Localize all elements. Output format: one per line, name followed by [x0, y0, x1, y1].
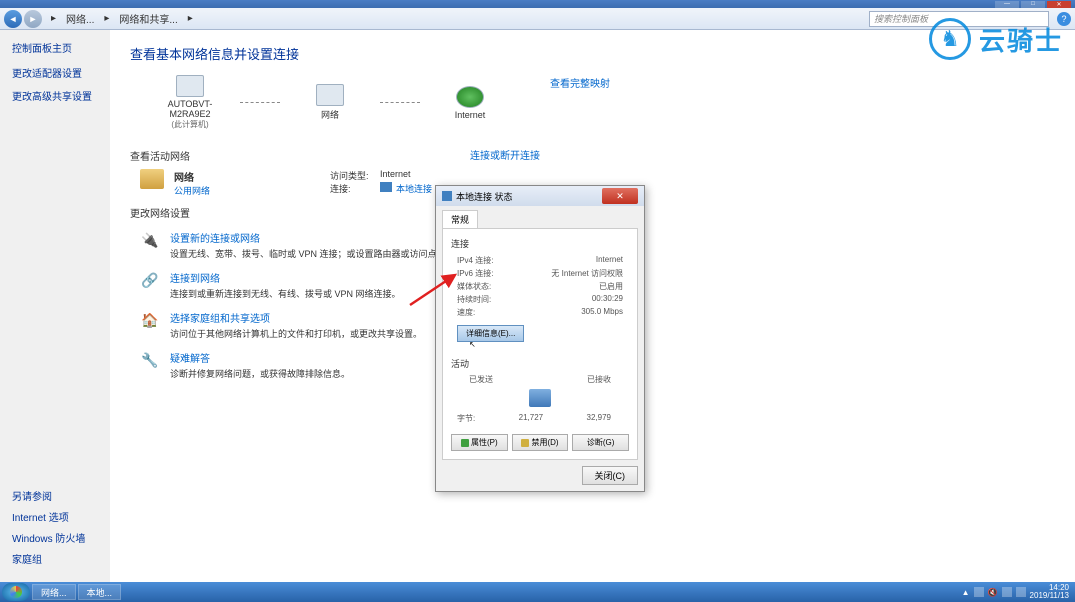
connect-disconnect-link[interactable]: 连接或断开连接	[470, 147, 540, 162]
dialog-icon	[442, 191, 452, 201]
dialog-tab-general[interactable]: 常规	[442, 210, 478, 228]
window-titlebar: — □ ✕	[0, 0, 1075, 8]
maximize-button[interactable]: □	[1021, 1, 1045, 8]
tray-date: 2019/11/13	[1030, 592, 1069, 600]
tray-icon[interactable]	[1002, 587, 1012, 597]
network-name: 网络	[174, 169, 210, 184]
start-button[interactable]	[2, 583, 30, 601]
sidebar-link-adapter[interactable]: 更改适配器设置	[12, 65, 98, 80]
activity-section-label: 活动	[451, 357, 629, 370]
connect-network-link[interactable]: 连接到网络	[170, 270, 401, 285]
troubleshoot-link[interactable]: 疑难解答	[170, 350, 350, 365]
breadcrumb[interactable]: ▸ 网络... ▸ 网络和共享... ▸	[48, 10, 196, 27]
homegroup-link[interactable]: 选择家庭组和共享选项	[170, 310, 422, 325]
sidebar-link-firewall[interactable]: Windows 防火墙	[12, 530, 85, 545]
tray-icon[interactable]	[974, 587, 984, 597]
nav-back-button[interactable]: ◄	[4, 10, 22, 28]
homegroup-icon: 🏠	[140, 310, 160, 330]
dialog-title-text: 本地连接 状态	[456, 190, 513, 203]
troubleshoot-icon: 🔧	[140, 350, 160, 370]
status-dialog: 本地连接 状态 ✕ 常规 连接 IPv4 连接:Internet IPv6 连接…	[435, 185, 645, 492]
tray-icon[interactable]	[1016, 587, 1026, 597]
shield-icon	[521, 439, 529, 447]
connection-icon	[380, 182, 392, 192]
watermark-logo-icon: ♞	[929, 18, 971, 60]
activity-monitor-icon	[529, 389, 551, 407]
sidebar-bottom-title: 另请参阅	[12, 488, 85, 503]
sidebar-link-homegroup[interactable]: 家庭组	[12, 551, 85, 566]
network-map: AUTOBVT-M2RA9E2 (此计算机) 网络 Internet	[150, 75, 510, 130]
sidebar-title: 控制面板主页	[12, 40, 98, 55]
taskbar-item[interactable]: 网络...	[32, 584, 76, 600]
network-icon	[316, 84, 344, 106]
globe-icon	[456, 86, 484, 108]
network-type-link[interactable]: 公用网络	[174, 184, 210, 197]
sidebar-link-internet[interactable]: Internet 选项	[12, 509, 85, 524]
connection-section-label: 连接	[451, 237, 629, 250]
details-button[interactable]: 详细信息(E)...	[457, 325, 524, 342]
system-tray[interactable]: ▲ 🔇 14:20 2019/11/13	[962, 584, 1073, 600]
dialog-close-button[interactable]: ✕	[602, 188, 638, 204]
breadcrumb-item[interactable]: 网络...	[63, 10, 97, 27]
watermark-text: 云骑士	[979, 21, 1063, 58]
watermark: ♞ 云骑士	[929, 18, 1063, 60]
page-title: 查看基本网络信息并设置连接	[130, 44, 1055, 63]
breadcrumb-item[interactable]: 网络和共享...	[116, 10, 180, 27]
taskbar-item[interactable]: 本地...	[78, 584, 122, 600]
network-bench-icon	[140, 169, 164, 189]
nav-forward-button[interactable]: ►	[24, 10, 42, 28]
connection-link[interactable]: 本地连接	[396, 182, 432, 195]
taskbar[interactable]: 网络... 本地... ▲ 🔇 14:20 2019/11/13	[0, 582, 1075, 602]
computer-icon	[176, 75, 204, 97]
new-connection-link[interactable]: 设置新的连接或网络	[170, 230, 446, 245]
full-map-link[interactable]: 查看完整映射	[550, 75, 610, 90]
diagnose-button[interactable]: 诊断(G)	[572, 434, 629, 451]
close-button[interactable]: ✕	[1047, 1, 1071, 8]
shield-icon	[461, 439, 469, 447]
active-network-label: 查看活动网络	[130, 148, 190, 163]
dialog-titlebar[interactable]: 本地连接 状态 ✕	[436, 186, 644, 206]
connect-network-icon: 🔗	[140, 270, 160, 290]
minimize-button[interactable]: —	[995, 1, 1019, 8]
disable-button[interactable]: 禁用(D)	[512, 434, 569, 451]
new-connection-icon: 🔌	[140, 230, 160, 250]
sidebar: 控制面板主页 更改适配器设置 更改高级共享设置 另请参阅 Internet 选项…	[0, 30, 110, 582]
navigation-bar: ◄ ► ▸ 网络... ▸ 网络和共享... ▸ 搜索控制面板 ?	[0, 8, 1075, 30]
properties-button[interactable]: 属性(P)	[451, 434, 508, 451]
dialog-close-footer-button[interactable]: 关闭(C)	[582, 466, 639, 485]
sidebar-link-sharing[interactable]: 更改高级共享设置	[12, 88, 98, 103]
